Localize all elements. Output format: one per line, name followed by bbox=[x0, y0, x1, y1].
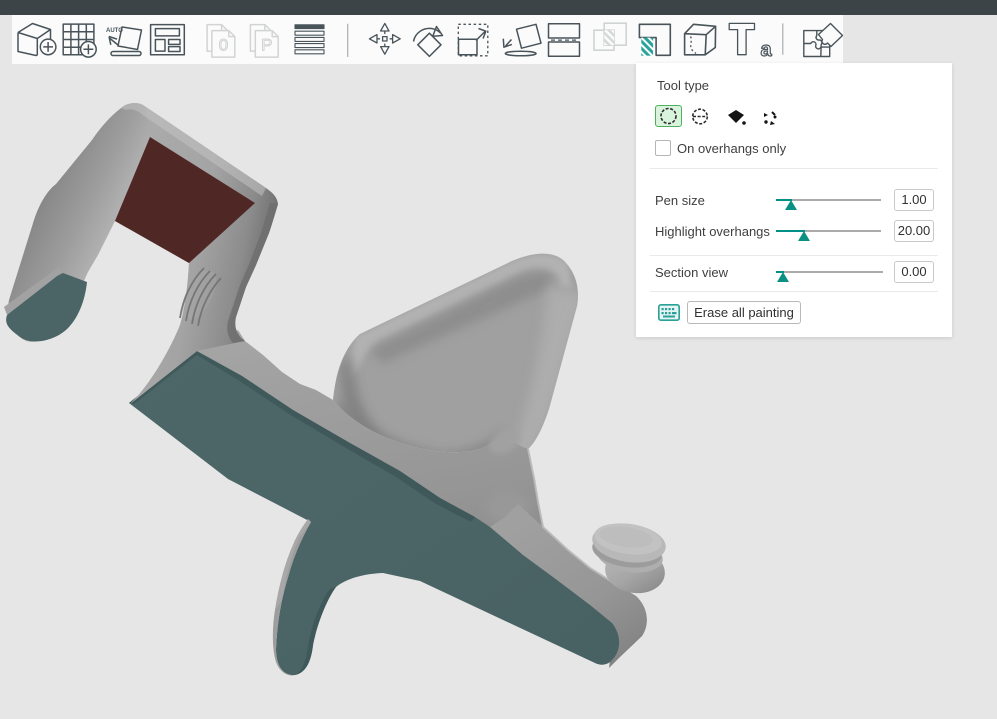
svg-text:0: 0 bbox=[219, 36, 228, 55]
svg-text:a: a bbox=[760, 39, 772, 61]
svg-text:P: P bbox=[261, 36, 272, 55]
